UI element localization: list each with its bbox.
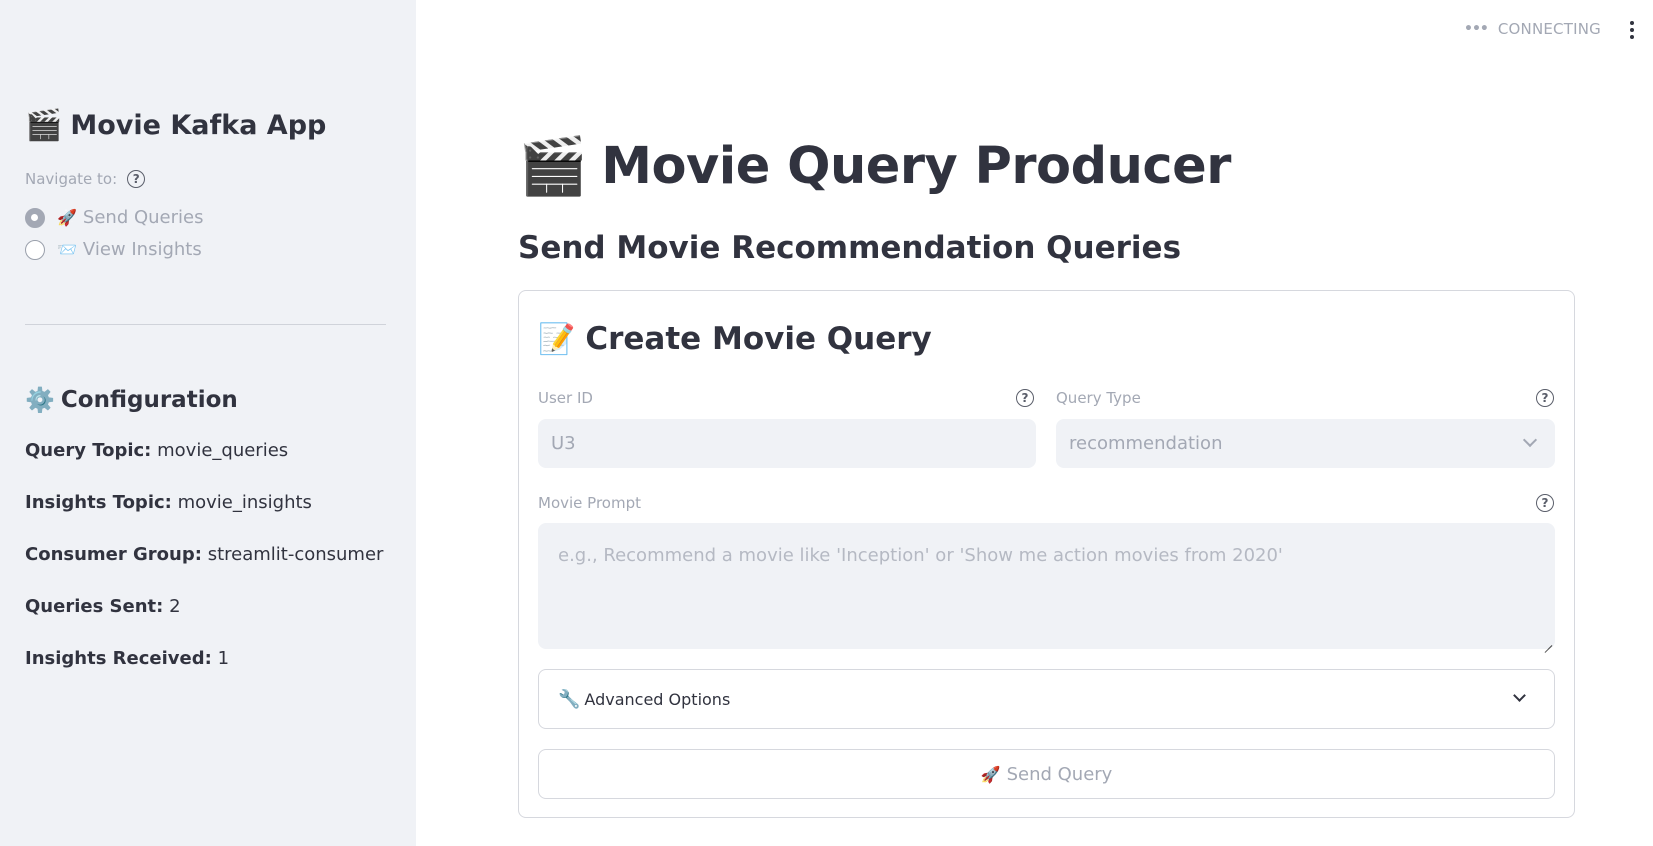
- envelope-icon: 📨: [57, 240, 77, 259]
- question-circle-icon[interactable]: ?: [1536, 494, 1554, 512]
- nav-option-label: Send Queries: [82, 207, 204, 228]
- chevron-down-icon: [1522, 432, 1538, 448]
- form-title: 📝 Create Movie Query: [538, 321, 932, 357]
- config-value: 2: [169, 596, 181, 617]
- chevron-down-icon: [1513, 689, 1526, 702]
- status-text: CONNECTING: [1497, 20, 1601, 38]
- advanced-options-label: Advanced Options: [584, 689, 731, 709]
- movie-prompt-textarea[interactable]: e.g., Recommend a movie like 'Inception'…: [538, 523, 1555, 649]
- page-subtitle: Send Movie Recommendation Queries: [518, 230, 1182, 266]
- query-type-select[interactable]: recommendation: [1056, 419, 1555, 468]
- config-key: Insights Topic:: [25, 492, 172, 513]
- query-type-value: recommendation: [1069, 433, 1223, 454]
- gear-icon: ⚙️: [25, 386, 55, 414]
- send-query-label: Send Query: [1006, 763, 1113, 785]
- radio-button-checked[interactable]: [25, 207, 45, 228]
- clapperboard-icon: 🎬: [518, 134, 588, 199]
- user-id-value: U3: [551, 433, 576, 454]
- movie-prompt-label: Movie Prompt: [538, 494, 641, 512]
- config-key: Query Topic:: [25, 440, 152, 461]
- radio-button-unchecked[interactable]: [25, 239, 45, 260]
- config-title: ⚙️ Configuration: [25, 386, 238, 414]
- user-id-label: User ID: [538, 389, 593, 407]
- question-circle-icon[interactable]: ?: [1536, 389, 1554, 407]
- nav-option-label: View Insights: [82, 239, 202, 260]
- form-title-text: Create Movie Query: [585, 321, 932, 357]
- config-query-topic: Query Topic: movie_queries: [25, 440, 288, 461]
- config-insights-received: Insights Received: 1: [25, 648, 229, 669]
- config-consumer-group: Consumer Group: streamlit-consumer: [25, 544, 383, 565]
- question-circle-icon[interactable]: ?: [127, 170, 146, 188]
- app-title: 🎬 Movie Kafka App: [25, 108, 326, 143]
- memo-icon: 📝: [538, 321, 576, 357]
- config-value: movie_queries: [157, 440, 289, 461]
- config-value: movie_insights: [177, 492, 312, 513]
- query-type-label: Query Type: [1056, 389, 1141, 407]
- config-key: Queries Sent:: [25, 596, 164, 617]
- user-id-input[interactable]: U3: [538, 419, 1036, 468]
- status-dots-icon: •••: [1464, 21, 1489, 37]
- nav-option-view-insights[interactable]: 📨 View Insights: [25, 239, 202, 260]
- nav-option-send-queries[interactable]: 🚀 Send Queries: [25, 207, 203, 228]
- wrench-icon: 🔧: [558, 688, 581, 710]
- rocket-icon: 🚀: [980, 764, 1001, 784]
- resize-grip-icon[interactable]: [1543, 637, 1552, 646]
- config-value: 1: [217, 648, 230, 669]
- config-title-text: Configuration: [60, 387, 238, 413]
- app-title-text: Movie Kafka App: [70, 110, 327, 141]
- movie-prompt-placeholder: e.g., Recommend a movie like 'Inception'…: [558, 545, 1283, 566]
- nav-label-text: Navigate to:: [25, 170, 118, 188]
- config-queries-sent: Queries Sent: 2: [25, 596, 181, 617]
- sidebar-divider: [25, 324, 386, 325]
- page-title-text: Movie Query Producer: [601, 136, 1231, 196]
- nav-label: Navigate to: ?: [25, 170, 146, 188]
- send-query-button[interactable]: 🚀 Send Query: [538, 749, 1555, 799]
- connection-status: ••• CONNECTING: [1464, 20, 1601, 38]
- config-insights-topic: Insights Topic: movie_insights: [25, 492, 312, 513]
- config-key: Consumer Group:: [25, 544, 202, 565]
- question-circle-icon[interactable]: ?: [1016, 389, 1034, 407]
- config-value: streamlit-consumer: [207, 544, 384, 565]
- advanced-options-expander[interactable]: 🔧 Advanced Options: [538, 669, 1555, 729]
- page-title: 🎬 Movie Query Producer: [518, 133, 1231, 199]
- query-form: 📝 Create Movie Query User ID ? U3 Query …: [518, 290, 1575, 818]
- config-key: Insights Received:: [25, 648, 212, 669]
- sidebar: 🎬 Movie Kafka App Navigate to: ? 🚀 Send …: [0, 0, 416, 846]
- rocket-icon: 🚀: [57, 208, 77, 227]
- vertical-ellipsis-icon[interactable]: [1625, 18, 1639, 42]
- clapperboard-icon: 🎬: [25, 108, 63, 143]
